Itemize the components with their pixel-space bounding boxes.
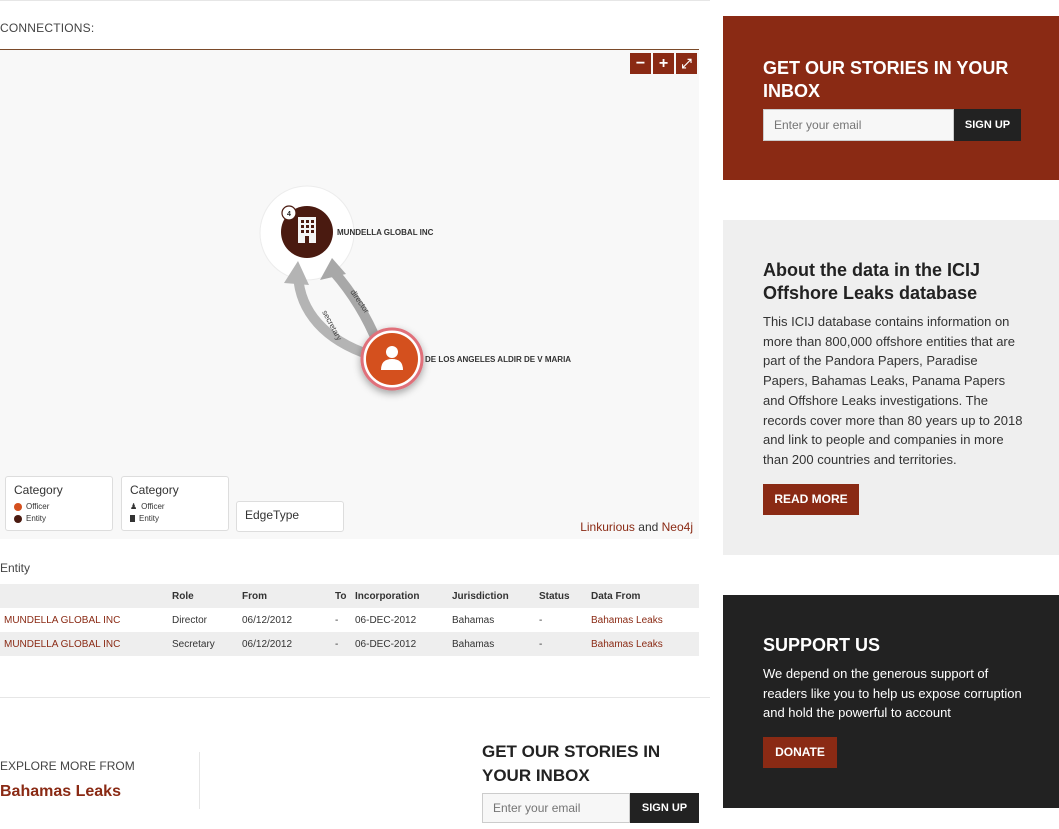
jurisdiction-cell: Bahamas (452, 614, 495, 626)
support-box: SUPPORT US We depend on the generous sup… (723, 595, 1059, 808)
data-source-link[interactable]: Bahamas Leaks (591, 615, 663, 626)
entity-section-label: Entity (0, 561, 31, 575)
footer-signup-button[interactable]: SIGN UP (630, 793, 699, 823)
incorporation-cell: 06-DEC-2012 (355, 614, 417, 626)
legend-item-entity: Entity (130, 514, 159, 523)
column-header: Incorporation (351, 584, 448, 608)
signup-button[interactable]: SIGN UP (954, 109, 1021, 141)
from-cell: 06/12/2012 (242, 614, 293, 626)
entity-link[interactable]: MUNDELLA GLOBAL INC (4, 615, 120, 626)
entity-node[interactable]: 4 (281, 205, 333, 258)
entity-degree-count: 4 (287, 211, 291, 218)
building-icon (130, 515, 135, 522)
entity-node-label: MUNDELLA GLOBAL INC (337, 228, 434, 237)
footer-email-input[interactable] (482, 793, 630, 823)
support-title: SUPPORT US (763, 635, 881, 655)
to-cell: - (335, 614, 339, 626)
legend-category-icon: Category ♟ Officer Entity (121, 476, 229, 531)
explore-investigation-link[interactable]: Bahamas Leaks (0, 783, 121, 801)
table-header-row: Role From To Incorporation Jurisdiction … (0, 584, 699, 608)
section-divider (0, 697, 710, 698)
signup-title: GET OUR STORIES IN YOUR INBOX (763, 58, 1009, 101)
support-text: We depend on the generous support of rea… (763, 666, 1022, 721)
explore-label: EXPLORE MORE FROM (0, 759, 135, 773)
graph-credit: Linkurious and Neo4j (580, 520, 693, 534)
jurisdiction-cell: Bahamas (448, 632, 535, 656)
read-more-button[interactable]: READ MORE (763, 484, 859, 515)
column-header: Jurisdiction (448, 584, 535, 608)
legend-item-officer: Officer (14, 502, 49, 511)
column-header: Status (535, 584, 587, 608)
role-cell: Secretary (168, 632, 238, 656)
email-input[interactable] (763, 109, 954, 141)
neo4j-link[interactable]: Neo4j (662, 520, 693, 534)
legend-title: Category (130, 483, 179, 497)
graph-canvas: secretary director 4 MUNDELLA GLOBAL INC (259, 185, 571, 391)
table-row: MUNDELLA GLOBAL INC Secretary 06/12/2012… (0, 632, 699, 656)
to-cell: - (331, 632, 351, 656)
vertical-divider (199, 752, 200, 809)
role-cell: Director (172, 614, 208, 626)
column-header: Data From (587, 584, 699, 608)
footer-signup-title: GET OUR STORIES IN YOUR INBOX (482, 742, 661, 785)
legend-category-color: Category Officer Entity (5, 476, 113, 531)
legend-title: Category (14, 483, 63, 497)
entity-link[interactable]: MUNDELLA GLOBAL INC (4, 639, 120, 650)
column-header: To (331, 584, 351, 608)
column-header: From (238, 584, 331, 608)
legend-edgetype: EdgeType (236, 501, 344, 532)
sidebar-signup-box: GET OUR STORIES IN YOUR INBOX SIGN UP (723, 16, 1059, 180)
about-title: About the data in the ICIJ Offshore Leak… (763, 260, 981, 303)
column-header (0, 584, 168, 608)
status-cell: - (535, 632, 587, 656)
legend-item-entity: Entity (14, 514, 46, 523)
connections-graph[interactable]: − + ⤢ secretary director 4 MUNDELLA GLOB… (0, 49, 699, 539)
donate-button[interactable]: DONATE (763, 737, 837, 768)
linkurious-link[interactable]: Linkurious (580, 520, 635, 534)
person-icon: ♟ (130, 502, 138, 511)
table-row: MUNDELLA GLOBAL INC Director 06/12/2012 … (0, 608, 699, 632)
data-source-link[interactable]: Bahamas Leaks (591, 639, 663, 650)
officer-node[interactable] (360, 327, 424, 391)
top-divider (0, 0, 710, 1)
column-header: Role (168, 584, 238, 608)
connections-label: CONNECTIONS: (0, 21, 95, 35)
officer-node-label: DE LOS ANGELES ALDIR DE V MARIA (425, 355, 571, 364)
legend-item-officer: ♟ Officer (130, 502, 165, 511)
legend-title: EdgeType (245, 508, 300, 522)
incorporation-cell: 06-DEC-2012 (351, 632, 448, 656)
about-data-box: About the data in the ICIJ Offshore Leak… (723, 220, 1059, 555)
officer-dot-icon (14, 502, 22, 511)
entity-dot-icon (14, 514, 22, 523)
from-cell: 06/12/2012 (238, 632, 331, 656)
relations-table: Role From To Incorporation Jurisdiction … (0, 584, 699, 656)
status-cell: - (539, 614, 543, 626)
about-text: This ICIJ database contains information … (763, 314, 1023, 467)
